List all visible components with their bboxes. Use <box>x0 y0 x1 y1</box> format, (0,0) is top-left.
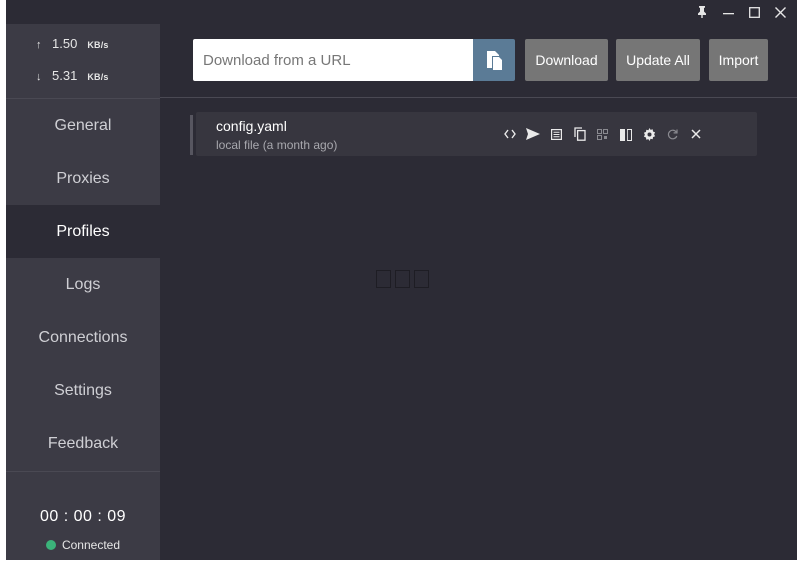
missing-glyph-box <box>414 270 429 288</box>
upload-speed-value: 1.50 <box>52 36 78 51</box>
close-icon[interactable] <box>684 112 707 156</box>
app-window: ↑ 1.50 KB/s ↓ 5.31 KB/s General Proxies … <box>6 0 797 560</box>
gear-icon[interactable] <box>638 112 661 156</box>
profile-card-accent <box>190 115 193 155</box>
download-arrow-icon: ↓ <box>36 71 42 83</box>
sidebar: ↑ 1.50 KB/s ↓ 5.31 KB/s General Proxies … <box>6 24 160 560</box>
nav-item-settings[interactable]: Settings <box>6 364 160 417</box>
qr-icon[interactable] <box>591 112 614 156</box>
profile-card[interactable]: config.yaml local file (a month ago) <box>190 112 757 156</box>
nav-item-label: Connections <box>38 328 128 346</box>
download-speed: ↓ 5.31 KB/s <box>36 68 109 88</box>
paste-icon <box>487 50 502 70</box>
missing-glyph-box <box>376 270 391 288</box>
nav-item-label: Logs <box>65 275 101 293</box>
status-dot-icon <box>45 540 56 550</box>
code-icon[interactable] <box>498 112 521 156</box>
nav-item-profiles[interactable]: Profiles <box>6 205 160 258</box>
nav-item-label: Feedback <box>47 434 119 452</box>
send-icon[interactable] <box>521 112 544 156</box>
title-bar <box>6 0 797 24</box>
nav-item-logs[interactable]: Logs <box>6 258 160 311</box>
profile-name: config.yaml <box>216 118 287 134</box>
nav-item-proxies[interactable]: Proxies <box>6 152 160 205</box>
download-speed-unit: KB/s <box>87 72 109 82</box>
list-icon[interactable] <box>545 112 568 156</box>
download-button[interactable]: Download <box>525 39 608 81</box>
maximize-icon[interactable] <box>743 1 765 23</box>
import-button[interactable]: Import <box>709 39 768 81</box>
minimize-icon[interactable] <box>717 1 739 23</box>
nav-item-feedback[interactable]: Feedback <box>6 417 160 470</box>
refresh-icon[interactable] <box>661 112 684 156</box>
profile-subtitle: local file (a month ago) <box>216 138 338 152</box>
profile-actions <box>498 112 708 156</box>
upload-speed: ↑ 1.50 KB/s <box>36 36 109 56</box>
upload-arrow-icon: ↑ <box>36 39 42 51</box>
nav-item-connections[interactable]: Connections <box>6 311 160 364</box>
nav-item-label: Settings <box>54 381 112 399</box>
download-speed-value: 5.31 <box>52 68 78 83</box>
copy-icon[interactable] <box>568 112 591 156</box>
connection-status: Connected <box>6 538 160 552</box>
profiles-page: Download Update All Import config.yaml l… <box>160 24 797 560</box>
connection-status-label: Connected <box>61 538 121 552</box>
update-all-button[interactable]: Update All <box>616 39 700 81</box>
status-panel: 00 : 00 : 09 Connected <box>6 471 160 560</box>
missing-glyph-box <box>395 270 410 288</box>
url-input[interactable] <box>193 39 473 81</box>
traffic-panel: ↑ 1.50 KB/s ↓ 5.31 KB/s <box>6 24 160 99</box>
upload-speed-unit: KB/s <box>87 40 109 50</box>
compare-icon[interactable] <box>614 112 637 156</box>
pin-icon[interactable] <box>691 1 713 23</box>
close-window-icon[interactable] <box>769 1 791 23</box>
connection-timer: 00 : 00 : 09 <box>39 508 127 525</box>
nav-item-label: Profiles <box>56 222 110 240</box>
nav-item-label: Proxies <box>56 169 110 187</box>
paste-button[interactable] <box>473 39 515 81</box>
divider <box>160 97 797 98</box>
nav-item-label: General <box>54 116 112 134</box>
nav-item-general[interactable]: General <box>6 99 160 152</box>
missing-glyph-placeholder <box>376 270 429 288</box>
